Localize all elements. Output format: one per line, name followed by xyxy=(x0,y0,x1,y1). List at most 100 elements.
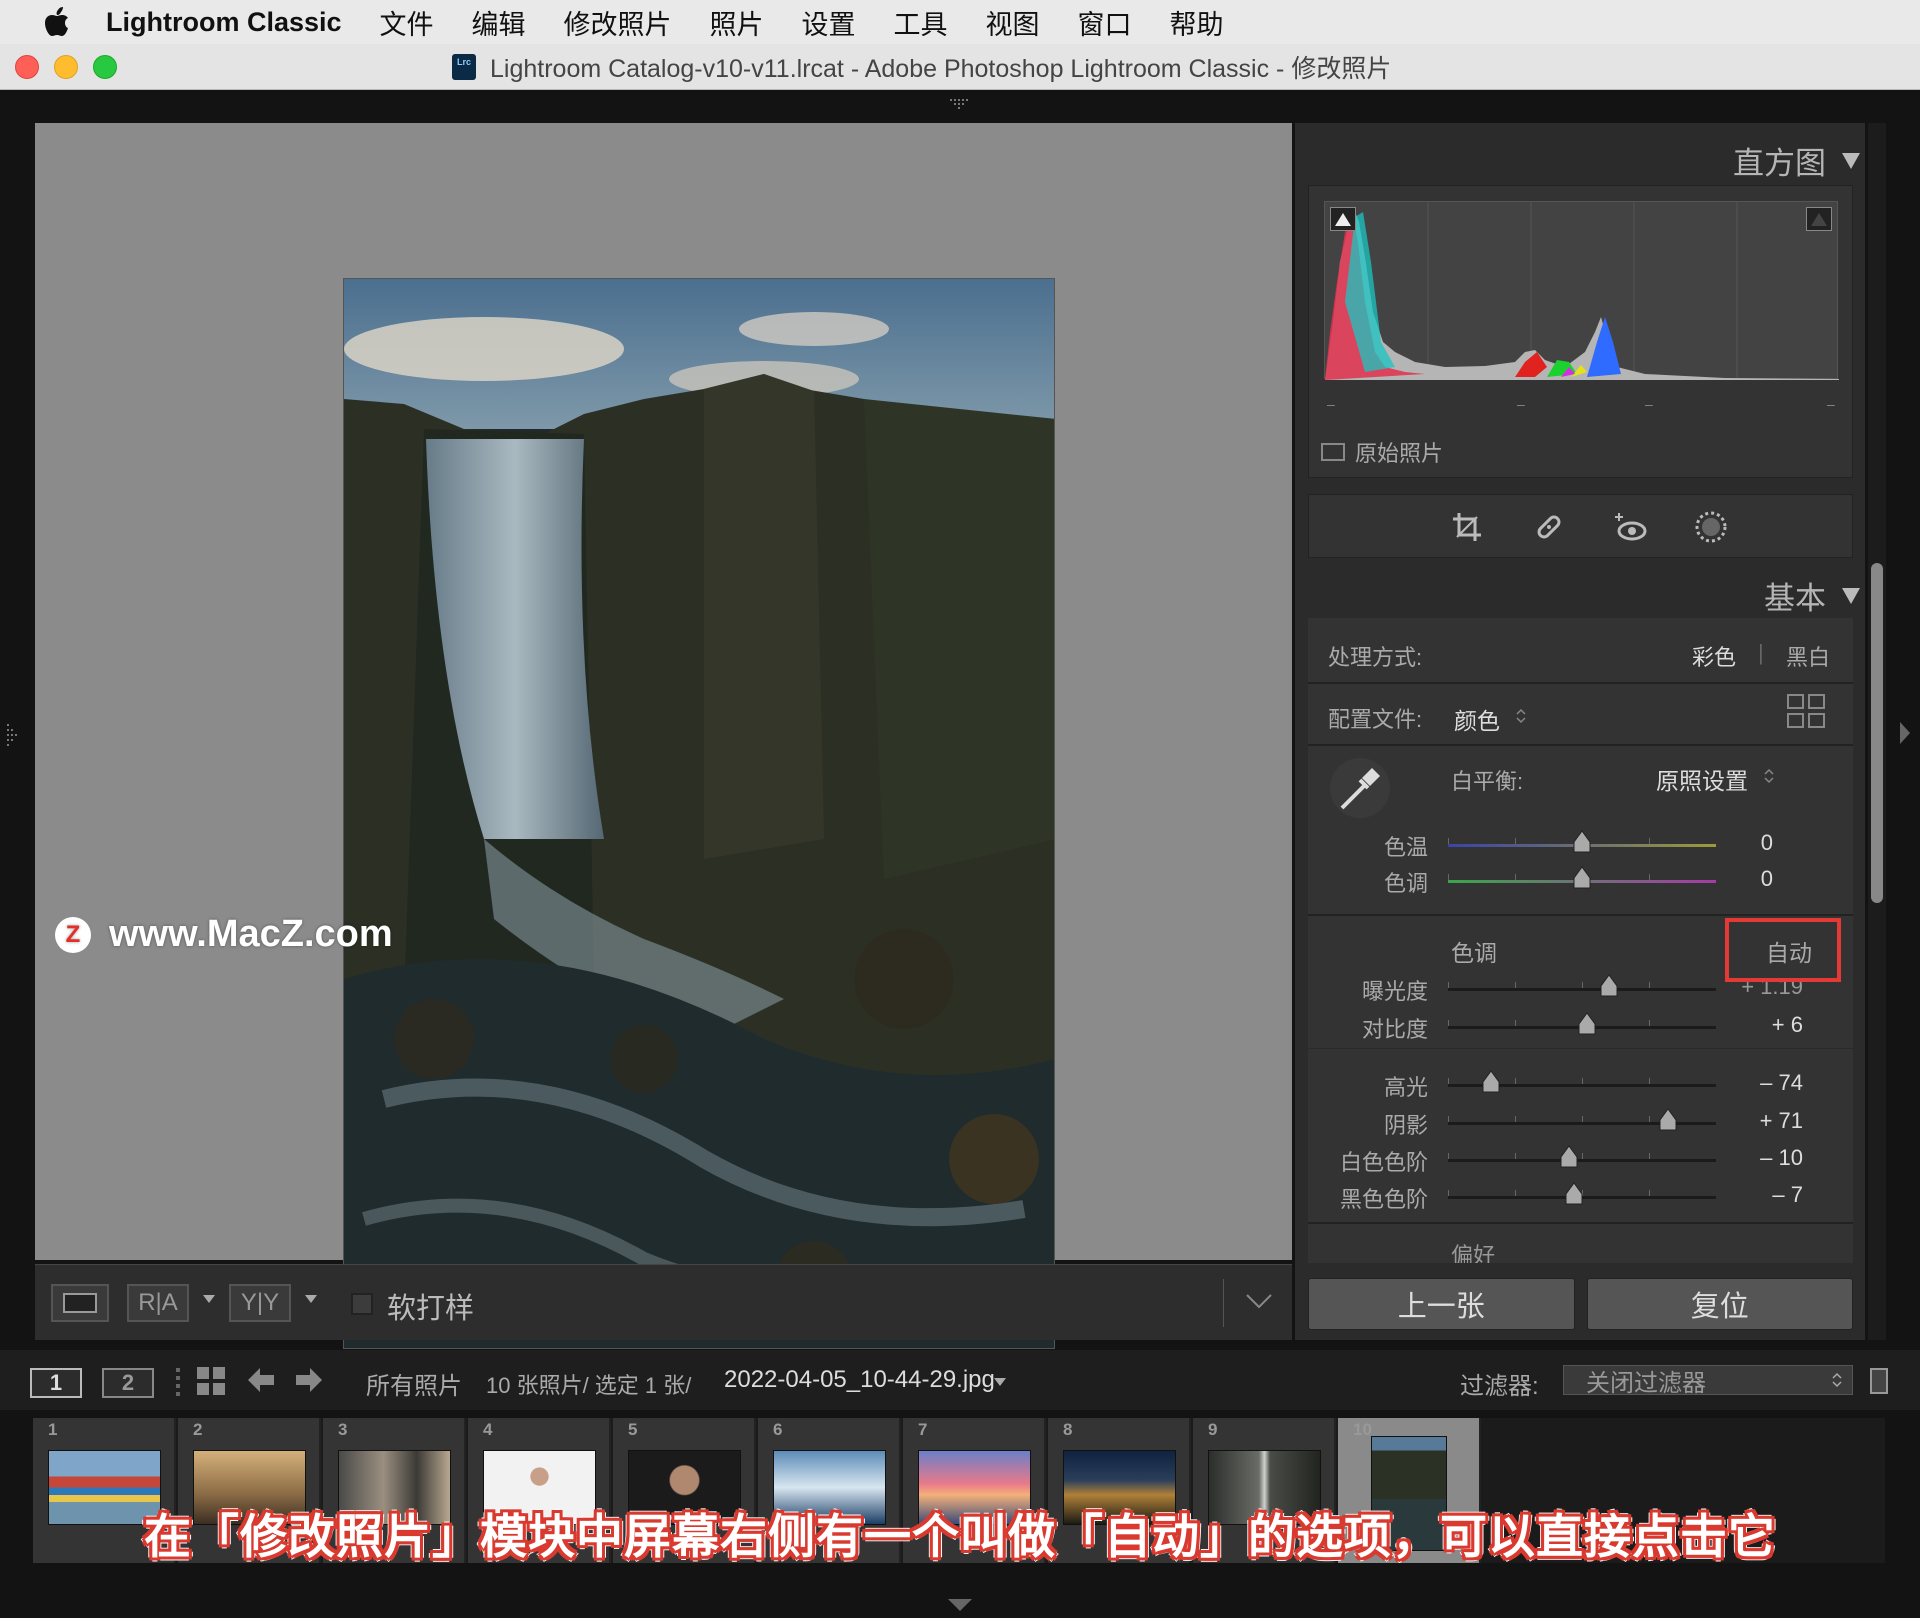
whites-value[interactable]: – 10 xyxy=(1723,1145,1803,1171)
right-panel-toggle-icon[interactable] xyxy=(1898,720,1912,746)
tint-slider-thumb[interactable] xyxy=(1572,866,1592,890)
highlight-clipping-button[interactable] xyxy=(1806,207,1832,231)
white-balance-stepper-icon[interactable] xyxy=(1764,768,1774,784)
menu-edit[interactable]: 编辑 xyxy=(472,3,526,42)
develop-tool-strip xyxy=(1308,494,1853,558)
whites-slider-thumb[interactable] xyxy=(1559,1145,1579,1169)
tint-label: 色调 xyxy=(1383,871,1428,896)
histogram-panel-header[interactable]: 直方图 xyxy=(1733,138,1860,183)
minimize-window-button[interactable] xyxy=(54,54,78,79)
grid-view-icon[interactable] xyxy=(196,1366,228,1396)
divider xyxy=(1308,1048,1853,1049)
tint-value[interactable]: 0 xyxy=(1703,866,1773,892)
shadows-value[interactable]: + 71 xyxy=(1723,1108,1803,1134)
white-balance-eyedropper-icon[interactable] xyxy=(1328,756,1392,820)
macz-logo-icon: Z xyxy=(55,916,91,953)
original-photo-label: 原始照片 xyxy=(1355,441,1444,466)
blacks-slider[interactable] xyxy=(1448,1182,1716,1205)
profile-select[interactable]: 颜色 xyxy=(1454,702,1500,736)
filter-stepper-icon xyxy=(1832,1372,1842,1388)
filter-select[interactable]: 关闭过滤器 xyxy=(1563,1365,1853,1397)
source-label[interactable]: 所有照片 xyxy=(366,1366,462,1401)
before-after-left-right-button[interactable]: R|A xyxy=(127,1284,189,1322)
before-after-top-bottom-button[interactable]: Y|Y xyxy=(229,1284,291,1322)
temp-slider[interactable] xyxy=(1448,830,1716,853)
right-panel-scrollbar[interactable] xyxy=(1868,123,1886,1340)
treatment-color-option[interactable]: 彩色 xyxy=(1692,640,1736,672)
toolbar-grip-icon xyxy=(176,1368,180,1396)
menu-photo[interactable]: 照片 xyxy=(710,3,764,42)
profile-label: 配置文件: xyxy=(1328,707,1423,732)
before-after-dropdown-icon[interactable] xyxy=(203,1295,215,1303)
secondary-window-button[interactable]: 2 xyxy=(102,1368,154,1398)
tint-slider[interactable] xyxy=(1448,866,1716,889)
menu-help[interactable]: 帮助 xyxy=(1170,3,1224,42)
treatment-label: 处理方式: xyxy=(1328,645,1423,670)
divider xyxy=(1308,914,1853,916)
cell-index: 9 xyxy=(1208,1420,1218,1439)
window-controls xyxy=(15,54,117,79)
shadows-slider-thumb[interactable] xyxy=(1658,1108,1678,1132)
healing-tool-icon[interactable] xyxy=(1531,509,1567,545)
shadows-slider[interactable] xyxy=(1448,1108,1716,1131)
toolbar-menu-icon[interactable] xyxy=(1245,1293,1273,1311)
highlights-slider-thumb[interactable] xyxy=(1481,1070,1501,1094)
menu-file[interactable]: 文件 xyxy=(380,3,434,42)
whites-slider[interactable] xyxy=(1448,1145,1716,1168)
close-window-button[interactable] xyxy=(15,54,39,79)
original-photo-toggle[interactable]: 原始照片 xyxy=(1321,436,1443,468)
red-eye-tool-icon[interactable] xyxy=(1612,509,1648,545)
menu-view[interactable]: 视图 xyxy=(986,3,1040,42)
collapse-triangle-icon xyxy=(1842,587,1860,604)
menu-window[interactable]: 窗口 xyxy=(1078,3,1132,42)
profile-stepper-icon[interactable] xyxy=(1516,708,1526,724)
top-panel-toggle-icon[interactable] xyxy=(948,98,972,110)
temp-slider-thumb[interactable] xyxy=(1572,830,1592,854)
tone-header: 色调 xyxy=(1451,940,1497,966)
cell-index: 5 xyxy=(628,1420,638,1439)
cell-index: 10 xyxy=(1353,1420,1372,1439)
primary-window-button[interactable]: 1 xyxy=(30,1368,82,1398)
lightroom-app-icon: Lrc xyxy=(452,54,476,80)
masking-tool-icon[interactable] xyxy=(1693,509,1729,545)
filmstrip-toggle-icon[interactable] xyxy=(948,1597,972,1611)
cell-index: 1 xyxy=(48,1420,58,1439)
develop-nav-buttons: 上一张 复位 xyxy=(1308,1278,1853,1330)
temp-value[interactable]: 0 xyxy=(1703,830,1773,856)
exposure-slider[interactable] xyxy=(1448,974,1716,997)
forward-arrow-icon[interactable] xyxy=(294,1366,324,1394)
soft-proof-checkbox[interactable] xyxy=(351,1293,373,1315)
crop-tool-icon[interactable] xyxy=(1449,509,1485,545)
left-panel-toggle-icon[interactable] xyxy=(6,722,18,748)
current-filename[interactable]: 2022-04-05_10-44-29.jpg xyxy=(724,1366,995,1394)
menu-app-name[interactable]: Lightroom Classic xyxy=(106,7,342,38)
zoom-window-button[interactable] xyxy=(93,54,117,79)
contrast-value[interactable]: + 6 xyxy=(1723,1012,1803,1038)
exposure-slider-thumb[interactable] xyxy=(1599,974,1619,998)
menu-develop[interactable]: 修改照片 xyxy=(564,3,672,42)
menu-settings[interactable]: 设置 xyxy=(802,3,856,42)
reset-button[interactable]: 复位 xyxy=(1586,1278,1853,1330)
white-balance-select[interactable]: 原照设置 xyxy=(1656,762,1748,796)
shadow-clipping-button[interactable] xyxy=(1330,207,1356,231)
apple-logo-icon[interactable] xyxy=(42,7,72,37)
blacks-slider-thumb[interactable] xyxy=(1564,1182,1584,1206)
back-arrow-icon[interactable] xyxy=(246,1366,276,1394)
highlights-value[interactable]: – 74 xyxy=(1723,1070,1803,1096)
scrollbar-thumb[interactable] xyxy=(1871,563,1883,903)
filter-lock-icon[interactable] xyxy=(1870,1368,1888,1394)
cell-index: 3 xyxy=(338,1420,348,1439)
loupe-view-button[interactable] xyxy=(51,1284,109,1322)
blacks-value[interactable]: – 7 xyxy=(1723,1182,1803,1208)
highlights-slider[interactable] xyxy=(1448,1070,1716,1093)
treatment-bw-option[interactable]: 黑白 xyxy=(1786,640,1830,672)
original-photo-checkbox[interactable] xyxy=(1321,443,1345,461)
previous-button[interactable]: 上一张 xyxy=(1308,1278,1575,1330)
basic-panel-header[interactable]: 基本 xyxy=(1764,573,1860,618)
profile-browser-grid-icon[interactable] xyxy=(1787,694,1827,730)
menu-tools[interactable]: 工具 xyxy=(894,3,948,42)
contrast-slider[interactable] xyxy=(1448,1012,1716,1035)
filename-dropdown-icon[interactable] xyxy=(994,1378,1006,1386)
yy-dropdown-icon[interactable] xyxy=(305,1295,317,1303)
contrast-slider-thumb[interactable] xyxy=(1577,1012,1597,1036)
